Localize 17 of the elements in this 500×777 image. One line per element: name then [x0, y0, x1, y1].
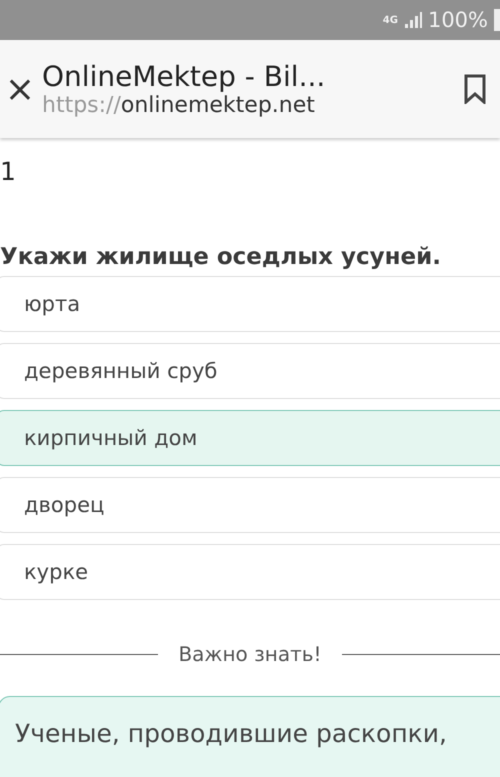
- answer-option[interactable]: курке: [0, 544, 500, 600]
- info-text: Ученые, проводившие раскопки,: [15, 719, 447, 748]
- close-button[interactable]: ×: [0, 68, 40, 110]
- bookmark-icon[interactable]: [464, 74, 486, 104]
- battery-icon: [494, 9, 500, 31]
- answer-option[interactable]: дворец: [0, 477, 500, 533]
- lesson-title: 1: [0, 158, 17, 186]
- question-text: Укажи жилище оседлых усуней.: [0, 244, 442, 270]
- network-type: 4G: [382, 14, 398, 26]
- page-url: https://onlinemektep.net: [42, 93, 316, 118]
- signal-icon: [404, 12, 422, 28]
- battery-level: 100%: [428, 8, 488, 32]
- answer-option[interactable]: деревянный сруб: [0, 343, 500, 399]
- page-title: OnlineMektep - Bil...: [42, 60, 326, 93]
- section-heading: Важно знать!: [178, 642, 322, 666]
- answer-option[interactable]: юрта: [0, 276, 500, 332]
- answer-option[interactable]: кирпичный дом: [0, 410, 500, 466]
